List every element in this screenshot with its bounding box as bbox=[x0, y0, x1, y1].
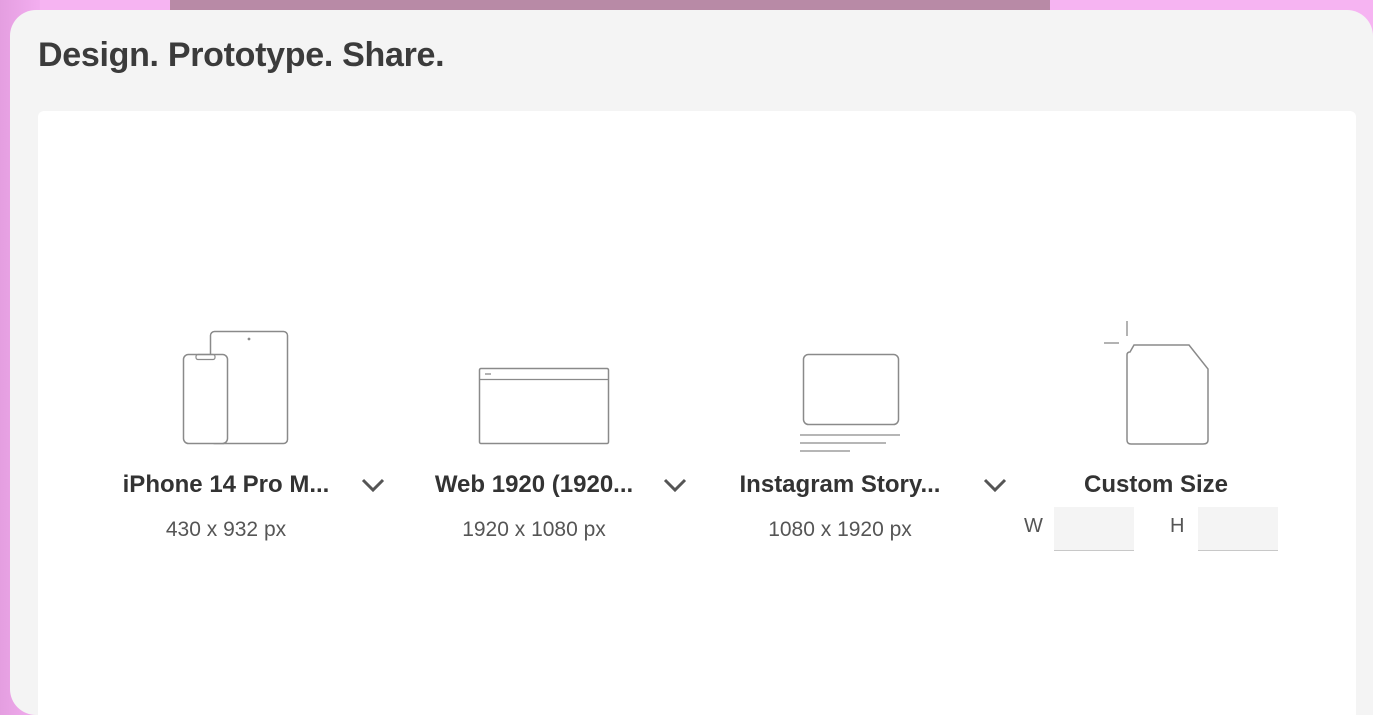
preset-name: Web 1920 (1920... bbox=[434, 471, 634, 498]
chevron-down-icon[interactable] bbox=[662, 475, 688, 495]
chevron-down-icon[interactable] bbox=[982, 475, 1008, 495]
preset-label-row: iPhone 14 Pro M... bbox=[106, 471, 385, 501]
preset-web[interactable]: Web 1920 (1920... 1920 x 1080 px bbox=[414, 111, 687, 715]
width-label: W bbox=[1024, 515, 1043, 537]
chevron-down-icon[interactable] bbox=[360, 475, 386, 495]
custom-size-label: Custom Size bbox=[1083, 471, 1229, 498]
custom-size-fields: W H bbox=[1024, 507, 1306, 553]
preset-name: Instagram Story... bbox=[739, 471, 941, 498]
iphone-ipad-icon bbox=[106, 328, 366, 446]
preset-instagram-story[interactable]: Instagram Story... 1080 x 1920 px bbox=[720, 111, 1007, 715]
height-label: H bbox=[1170, 515, 1185, 537]
page-title: Design. Prototype. Share. bbox=[38, 36, 445, 74]
preset-name: iPhone 14 Pro M... bbox=[122, 471, 330, 498]
preset-dims: 1080 x 1920 px bbox=[768, 518, 912, 541]
presets-panel: iPhone 14 Pro M... 430 x 932 px Web 1920… bbox=[38, 111, 1356, 715]
preset-label-row: Instagram Story... bbox=[720, 471, 1007, 501]
custom-size-icon bbox=[1026, 321, 1286, 447]
preset-dims: 430 x 932 px bbox=[165, 518, 287, 541]
preset-label-row: Web 1920 (1920... bbox=[414, 471, 687, 501]
preset-dims: 1920 x 1080 px bbox=[462, 518, 606, 541]
preset-iphone[interactable]: iPhone 14 Pro M... 430 x 932 px bbox=[106, 111, 385, 715]
home-window: Design. Prototype. Share. iPhone 14 Pro … bbox=[10, 10, 1373, 715]
preset-custom-size[interactable]: Custom Size W H bbox=[1024, 111, 1286, 715]
width-input[interactable] bbox=[1054, 507, 1134, 551]
height-input[interactable] bbox=[1198, 507, 1278, 551]
web-browser-icon bbox=[414, 366, 674, 446]
instagram-story-icon bbox=[720, 351, 980, 455]
